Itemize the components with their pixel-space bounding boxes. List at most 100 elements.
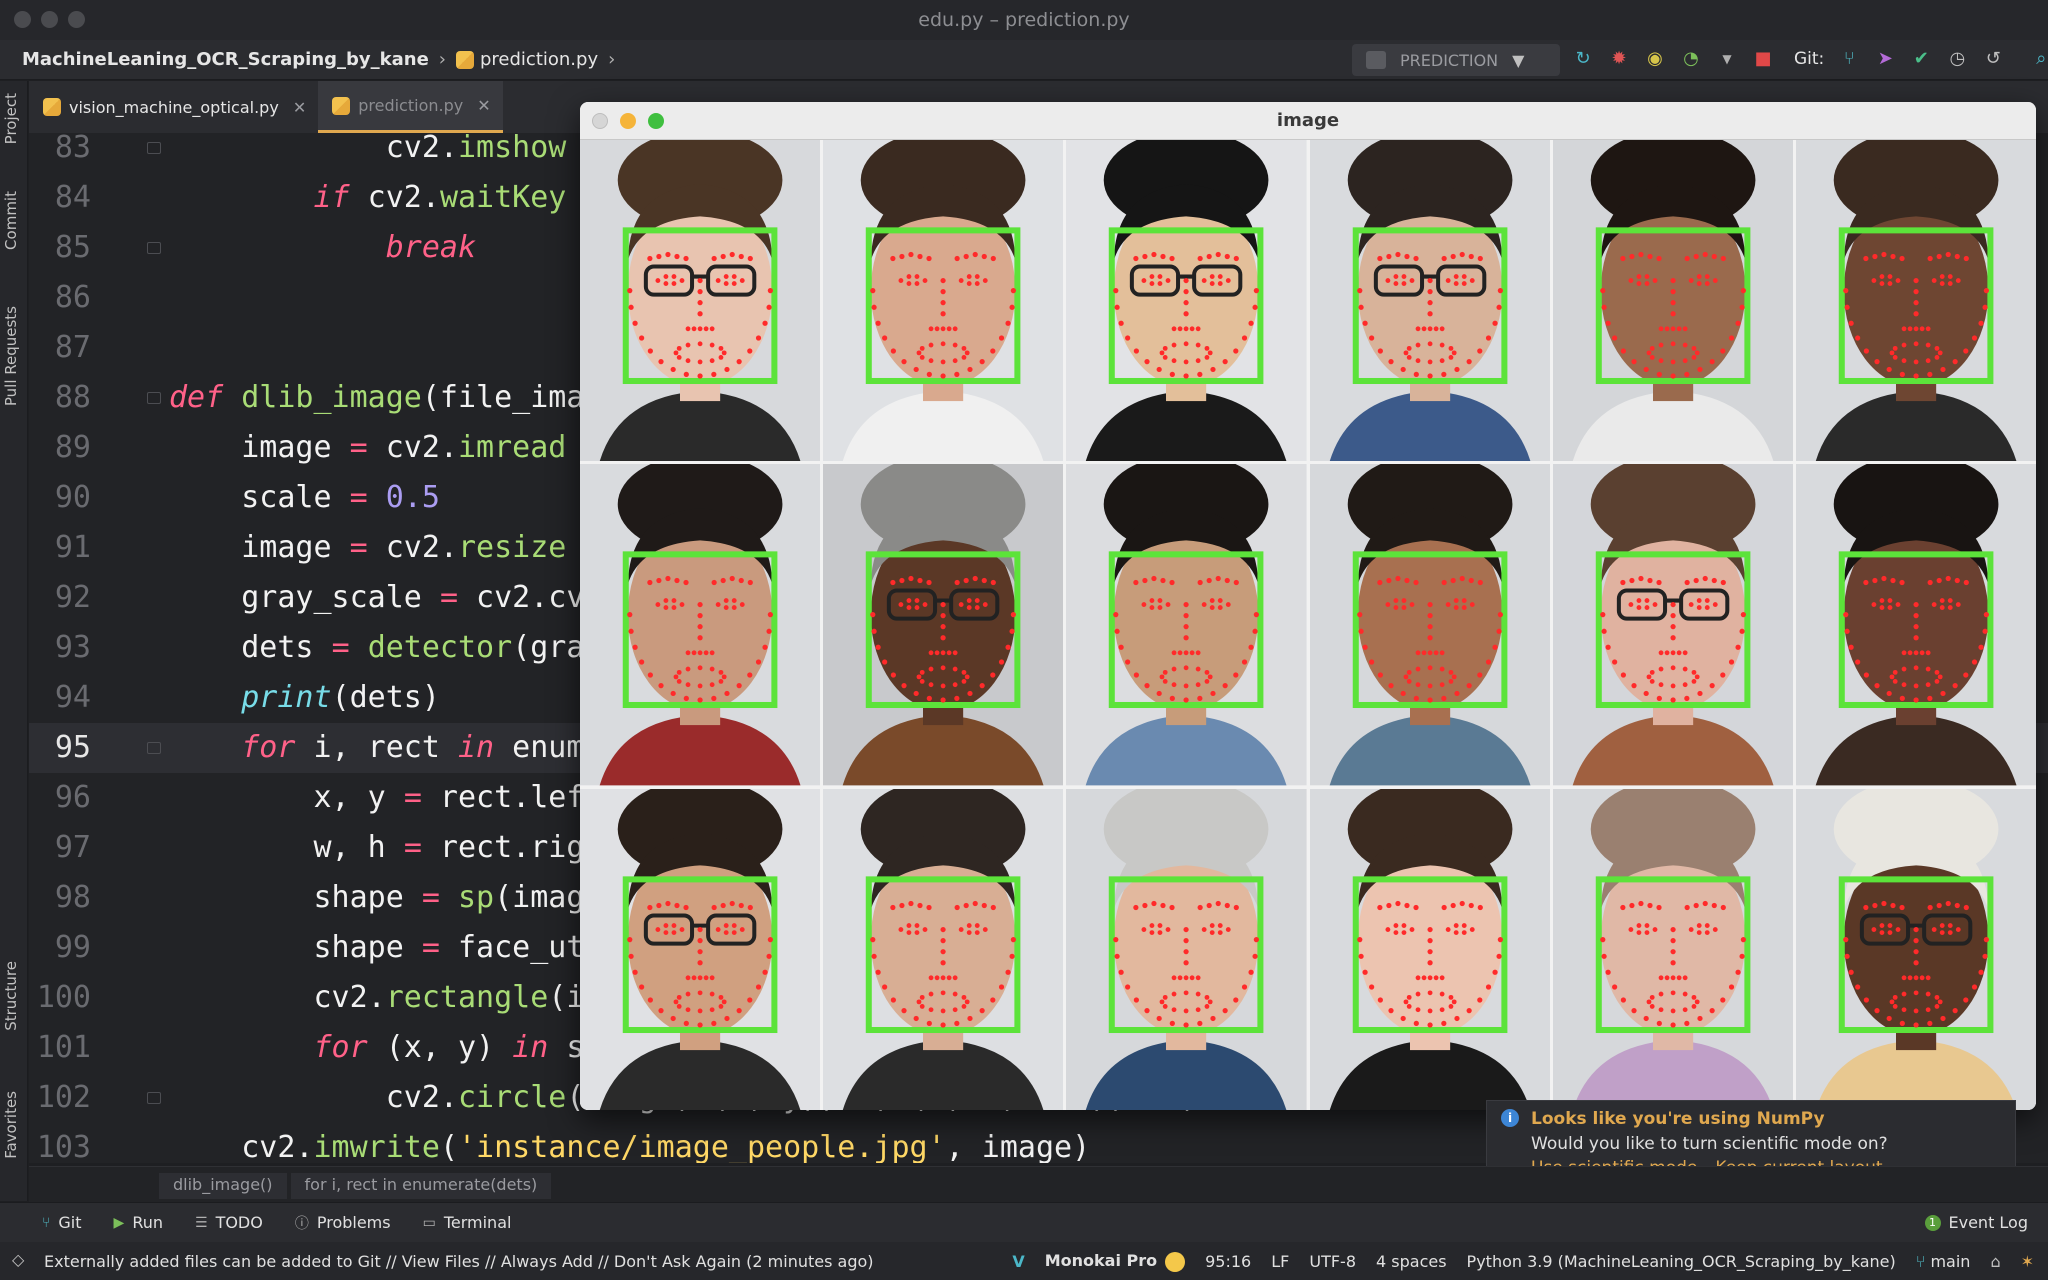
line-number[interactable]: 99 bbox=[29, 923, 91, 973]
code-text[interactable]: x, y = rect.lef bbox=[169, 773, 584, 823]
code-text[interactable]: shape = sp(imag bbox=[169, 873, 584, 923]
code-text[interactable]: break bbox=[169, 223, 476, 273]
todo-tool-button[interactable]: ☰ TODO bbox=[195, 1213, 263, 1232]
code-text[interactable]: if cv2.waitKey bbox=[169, 173, 567, 223]
run-tool-button[interactable]: ▶ Run bbox=[114, 1213, 163, 1232]
code-text[interactable]: scale = 0.5 bbox=[169, 473, 440, 523]
line-number[interactable]: 94 bbox=[29, 673, 91, 723]
code-text[interactable]: image = cv2.imread bbox=[169, 423, 566, 473]
fold-marker-icon[interactable] bbox=[147, 142, 161, 154]
line-number[interactable]: 86 bbox=[29, 273, 91, 323]
theme-label[interactable]: Monokai Pro bbox=[1045, 1251, 1186, 1272]
breadcrumb-project[interactable]: MachineLeaning_OCR_Scraping_by_kane bbox=[22, 49, 429, 70]
code-text[interactable]: cv2.imwrite('instance/image_people.jpg',… bbox=[169, 1123, 1090, 1163]
line-number[interactable]: 101 bbox=[29, 1023, 91, 1073]
code-text[interactable]: image = cv2.resize bbox=[169, 523, 566, 573]
line-number[interactable]: 87 bbox=[29, 323, 91, 373]
image-window-close-button[interactable] bbox=[592, 113, 608, 129]
image-window-zoom-button[interactable] bbox=[648, 113, 664, 129]
face-photo bbox=[1795, 140, 2036, 462]
indent-setting[interactable]: 4 spaces bbox=[1376, 1252, 1447, 1271]
line-number[interactable]: 95 bbox=[29, 723, 91, 773]
image-preview-window[interactable]: image bbox=[580, 102, 2036, 1110]
code-text[interactable]: for (x, y) in s bbox=[169, 1023, 585, 1073]
run-with-coverage-icon[interactable]: ◉ bbox=[1644, 48, 1666, 69]
code-text[interactable]: cv2.rectangle(i bbox=[169, 973, 584, 1023]
fold-marker-icon[interactable] bbox=[147, 742, 161, 754]
minimize-window-button[interactable] bbox=[41, 11, 58, 28]
event-log-button[interactable]: 1 Event Log bbox=[1924, 1213, 2028, 1232]
line-number[interactable]: 85 bbox=[29, 223, 91, 273]
tab-prediction[interactable]: prediction.py ✕ bbox=[318, 81, 503, 133]
line-number[interactable]: 89 bbox=[29, 423, 91, 473]
line-number[interactable]: 98 bbox=[29, 873, 91, 923]
face-photo bbox=[1795, 464, 2036, 786]
problems-tool-button[interactable]: ⓘ Problems bbox=[295, 1213, 391, 1233]
file-encoding[interactable]: UTF-8 bbox=[1309, 1252, 1356, 1271]
rerun-icon[interactable]: ↻ bbox=[1572, 48, 1594, 69]
line-number[interactable]: 91 bbox=[29, 523, 91, 573]
cursor-position[interactable]: 95:16 bbox=[1205, 1252, 1251, 1271]
line-number[interactable]: 90 bbox=[29, 473, 91, 523]
left-tool-strip: Project Commit Pull Requests Structure F… bbox=[0, 81, 28, 1201]
code-text[interactable]: gray_scale = cv2.cv bbox=[169, 573, 584, 623]
fold-marker-icon[interactable] bbox=[147, 392, 161, 404]
rollback-icon[interactable]: ↺ bbox=[1982, 48, 2004, 69]
image-window-minimize-button[interactable] bbox=[620, 113, 636, 129]
line-number[interactable]: 93 bbox=[29, 623, 91, 673]
pull-requests-tool-tab[interactable]: Pull Requests bbox=[2, 306, 20, 406]
fold-marker-icon[interactable] bbox=[147, 242, 161, 254]
close-tab-icon[interactable]: ✕ bbox=[293, 98, 306, 117]
line-number[interactable]: 83 bbox=[29, 133, 91, 173]
line-number[interactable]: 88 bbox=[29, 373, 91, 423]
project-tool-tab[interactable]: Project bbox=[2, 93, 20, 144]
zoom-window-button[interactable] bbox=[68, 11, 85, 28]
code-text[interactable]: for i, rect in enum bbox=[169, 723, 584, 773]
code-text[interactable]: cv2.imshow bbox=[169, 133, 567, 173]
more-run-options-icon[interactable]: ▼ bbox=[1716, 52, 1738, 66]
stop-icon[interactable]: ■ bbox=[1752, 48, 1774, 69]
structure-tool-tab[interactable]: Structure bbox=[2, 961, 20, 1031]
git-commit-icon[interactable]: ✔ bbox=[1910, 48, 1932, 69]
run-configuration-select[interactable]: PREDICTION ▼ bbox=[1352, 44, 1560, 76]
code-text[interactable]: dets = detector(gra bbox=[169, 623, 584, 673]
line-separator[interactable]: LF bbox=[1271, 1252, 1289, 1271]
tab-vision-machine-optical[interactable]: vision_machine_optical.py ✕ bbox=[29, 81, 318, 133]
commit-tool-tab[interactable]: Commit bbox=[2, 191, 20, 250]
face-photo bbox=[1309, 140, 1550, 462]
favorites-tool-tab[interactable]: Favorites bbox=[2, 1091, 20, 1159]
code-text[interactable]: shape = face_ut bbox=[169, 923, 584, 973]
python-interpreter[interactable]: Python 3.9 (MachineLeaning_OCR_Scraping_… bbox=[1467, 1252, 1896, 1271]
line-number[interactable]: 100 bbox=[29, 973, 91, 1023]
code-text[interactable]: print(dets) bbox=[169, 673, 440, 723]
search-icon[interactable]: ⌕ bbox=[2030, 48, 2048, 69]
context-function[interactable]: dlib_image() bbox=[159, 1173, 287, 1199]
line-number[interactable]: 103 bbox=[29, 1123, 91, 1163]
terminal-tool-button[interactable]: ▭ Terminal bbox=[423, 1213, 512, 1232]
code-text[interactable]: def dlib_image(file_ima bbox=[169, 373, 584, 423]
line-number[interactable]: 97 bbox=[29, 823, 91, 873]
fold-marker-icon[interactable] bbox=[147, 1092, 161, 1104]
line-number[interactable]: 84 bbox=[29, 173, 91, 223]
git-branch-icon[interactable]: ⑂ bbox=[1838, 48, 1860, 69]
status-message[interactable]: Externally added files can be added to G… bbox=[44, 1252, 874, 1271]
face-photo bbox=[1066, 140, 1307, 462]
vcs-status-icon[interactable]: ◇ bbox=[12, 1250, 24, 1269]
history-icon[interactable]: ◷ bbox=[1946, 48, 1968, 69]
notifications-icon[interactable]: ✶ bbox=[2021, 1252, 2034, 1271]
breadcrumb-file[interactable]: prediction.py bbox=[456, 49, 598, 70]
line-number[interactable]: 102 bbox=[29, 1073, 91, 1123]
code-text[interactable]: w, h = rect.rig bbox=[169, 823, 584, 873]
line-number[interactable]: 96 bbox=[29, 773, 91, 823]
debug-icon[interactable]: ✹ bbox=[1608, 48, 1630, 69]
git-branch-widget[interactable]: ⑂ main bbox=[1916, 1252, 1971, 1271]
git-tool-button[interactable]: ⑂ Git bbox=[42, 1213, 82, 1232]
close-tab-icon[interactable]: ✕ bbox=[477, 96, 490, 115]
context-loop[interactable]: for i, rect in enumerate(dets) bbox=[290, 1173, 552, 1199]
line-number[interactable]: 92 bbox=[29, 573, 91, 623]
close-window-button[interactable] bbox=[14, 11, 31, 28]
face-photo bbox=[823, 464, 1064, 786]
profile-icon[interactable]: ◔ bbox=[1680, 48, 1702, 69]
git-push-icon[interactable]: ➤ bbox=[1874, 48, 1896, 69]
lock-icon[interactable]: ⌂ bbox=[1990, 1252, 2000, 1271]
